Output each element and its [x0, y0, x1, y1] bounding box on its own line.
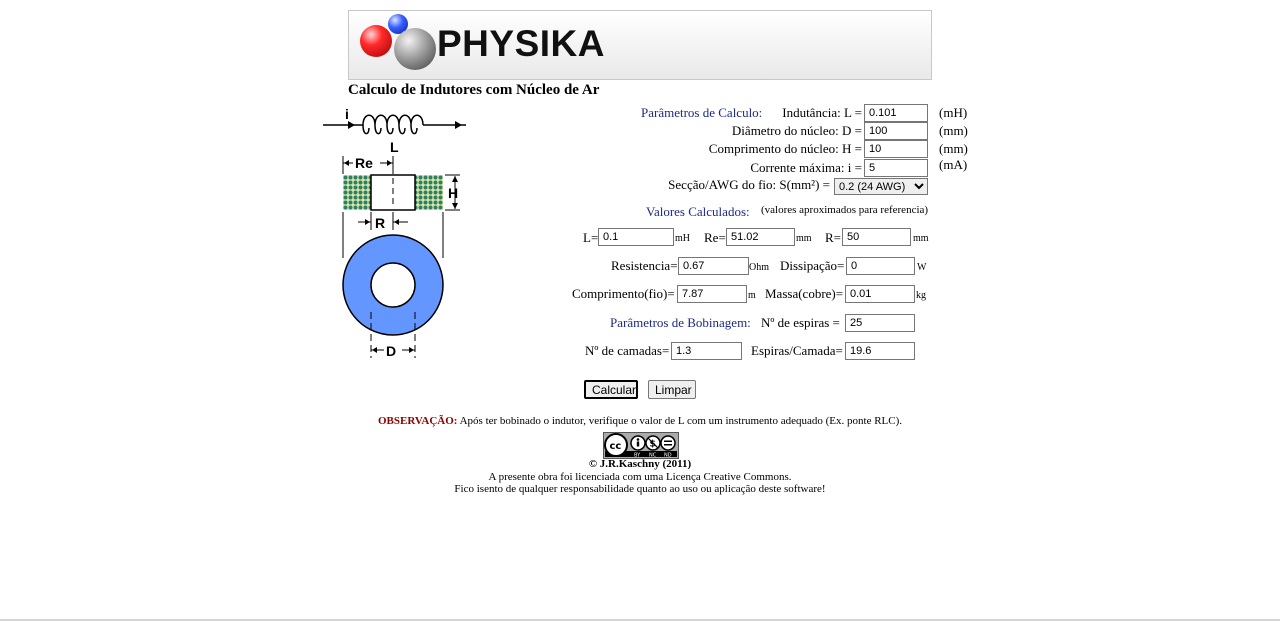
diameter-unit: (mm): [939, 123, 968, 138]
turns-per-layer-label: Espiras/Camada=: [751, 343, 843, 358]
logo-text: PHYSIKA: [437, 23, 605, 64]
license-text: A presente obra foi licenciada com uma L…: [488, 471, 792, 483]
resistance-label: Resistencia=: [611, 258, 678, 273]
computed-note: (valores aproximados para referencia): [761, 204, 929, 216]
wire-label: Secção/AWG do fio: S(mm²) =: [668, 177, 830, 192]
inductor-diagram: i L Re H R D: [323, 106, 466, 359]
physika-banner: PHYSIKA: [348, 10, 932, 80]
inductance-label: Indutância: L =: [782, 105, 862, 120]
calculate-button[interactable]: Calcular: [584, 380, 638, 399]
diagram-label-R: R: [375, 215, 385, 231]
resistance-input[interactable]: [678, 257, 749, 275]
layers-input[interactable]: [671, 342, 742, 360]
wire-select[interactable]: 0.2 (24 AWG): [834, 178, 928, 195]
diagram-label-i: i: [345, 106, 349, 122]
length-label: Comprimento do núcleo: H =: [708, 141, 862, 156]
computed-L-unit: mH: [675, 233, 690, 244]
dissipation-label: Dissipação=: [780, 258, 845, 273]
mass-input[interactable]: [845, 285, 915, 303]
diagram-label-D: D: [386, 343, 396, 359]
wire-length-unit: m: [748, 290, 756, 301]
cc-license-badge[interactable]: cc $ BY NC ND: [603, 432, 679, 459]
winding-header: Parâmetros de Bobinagem:: [610, 315, 751, 330]
page-title: Calculo de Indutores com Núcleo de Ar: [348, 82, 600, 98]
turns-label: Nº de espiras =: [761, 315, 840, 330]
diameter-label: Diâmetro do núcleo: D =: [731, 123, 862, 138]
gray-sphere-icon: [394, 28, 436, 70]
computed-R-unit: mm: [913, 233, 929, 244]
inductance-input[interactable]: [864, 104, 928, 122]
dissipation-input[interactable]: [846, 257, 915, 275]
wire-length-input[interactable]: [677, 285, 747, 303]
red-sphere-icon: [360, 25, 392, 57]
dissipation-unit: W: [917, 262, 927, 273]
length-input[interactable]: [864, 140, 928, 158]
cc-by-nc-nd-icon: cc $ BY NC ND: [604, 433, 678, 459]
wire-length-label: Comprimento(fio)=: [572, 286, 675, 301]
turns-per-layer-input[interactable]: [845, 342, 915, 360]
computed-R-input[interactable]: [842, 228, 911, 246]
computed-L-input[interactable]: [598, 228, 674, 246]
inductance-unit: (mH): [939, 105, 968, 120]
computed-L-label: L=: [583, 230, 599, 245]
diameter-input[interactable]: [864, 122, 928, 140]
observation-text: Após ter bobinado o indutor, verifique o…: [457, 415, 903, 427]
observation-label: OBSERVAÇÃO:: [377, 415, 458, 427]
clear-button[interactable]: Limpar: [648, 380, 696, 399]
computed-header: Valores Calculados:: [646, 204, 750, 219]
resistance-unit: Ohm: [749, 262, 769, 273]
mass-unit: kg: [916, 290, 926, 301]
computed-Re-unit: mm: [796, 233, 812, 244]
computed-R-label: R=: [825, 230, 842, 245]
svg-text:cc: cc: [610, 441, 622, 452]
diagram-label-L: L: [390, 139, 399, 155]
computed-Re-input[interactable]: [726, 228, 795, 246]
observation-note: OBSERVAÇÃO: Após ter bobinado o indutor,…: [300, 415, 980, 427]
disclaimer-text: Fico isento de qualquer responsabilidade…: [454, 483, 826, 495]
current-input[interactable]: [864, 159, 928, 177]
layers-label: Nº de camadas=: [585, 343, 670, 358]
current-label: Corrente máxima: i =: [750, 160, 862, 175]
current-unit: (mA): [939, 157, 968, 172]
diagram-label-Re: Re: [355, 155, 373, 171]
mass-label: Massa(cobre)=: [765, 286, 844, 301]
turns-input[interactable]: [845, 314, 915, 332]
copyright-text: © J.R.Kaschny (2011): [588, 458, 692, 470]
computed-Re-label: Re=: [704, 230, 726, 245]
diagram-label-H: H: [448, 185, 458, 201]
length-unit: (mm): [939, 141, 968, 156]
